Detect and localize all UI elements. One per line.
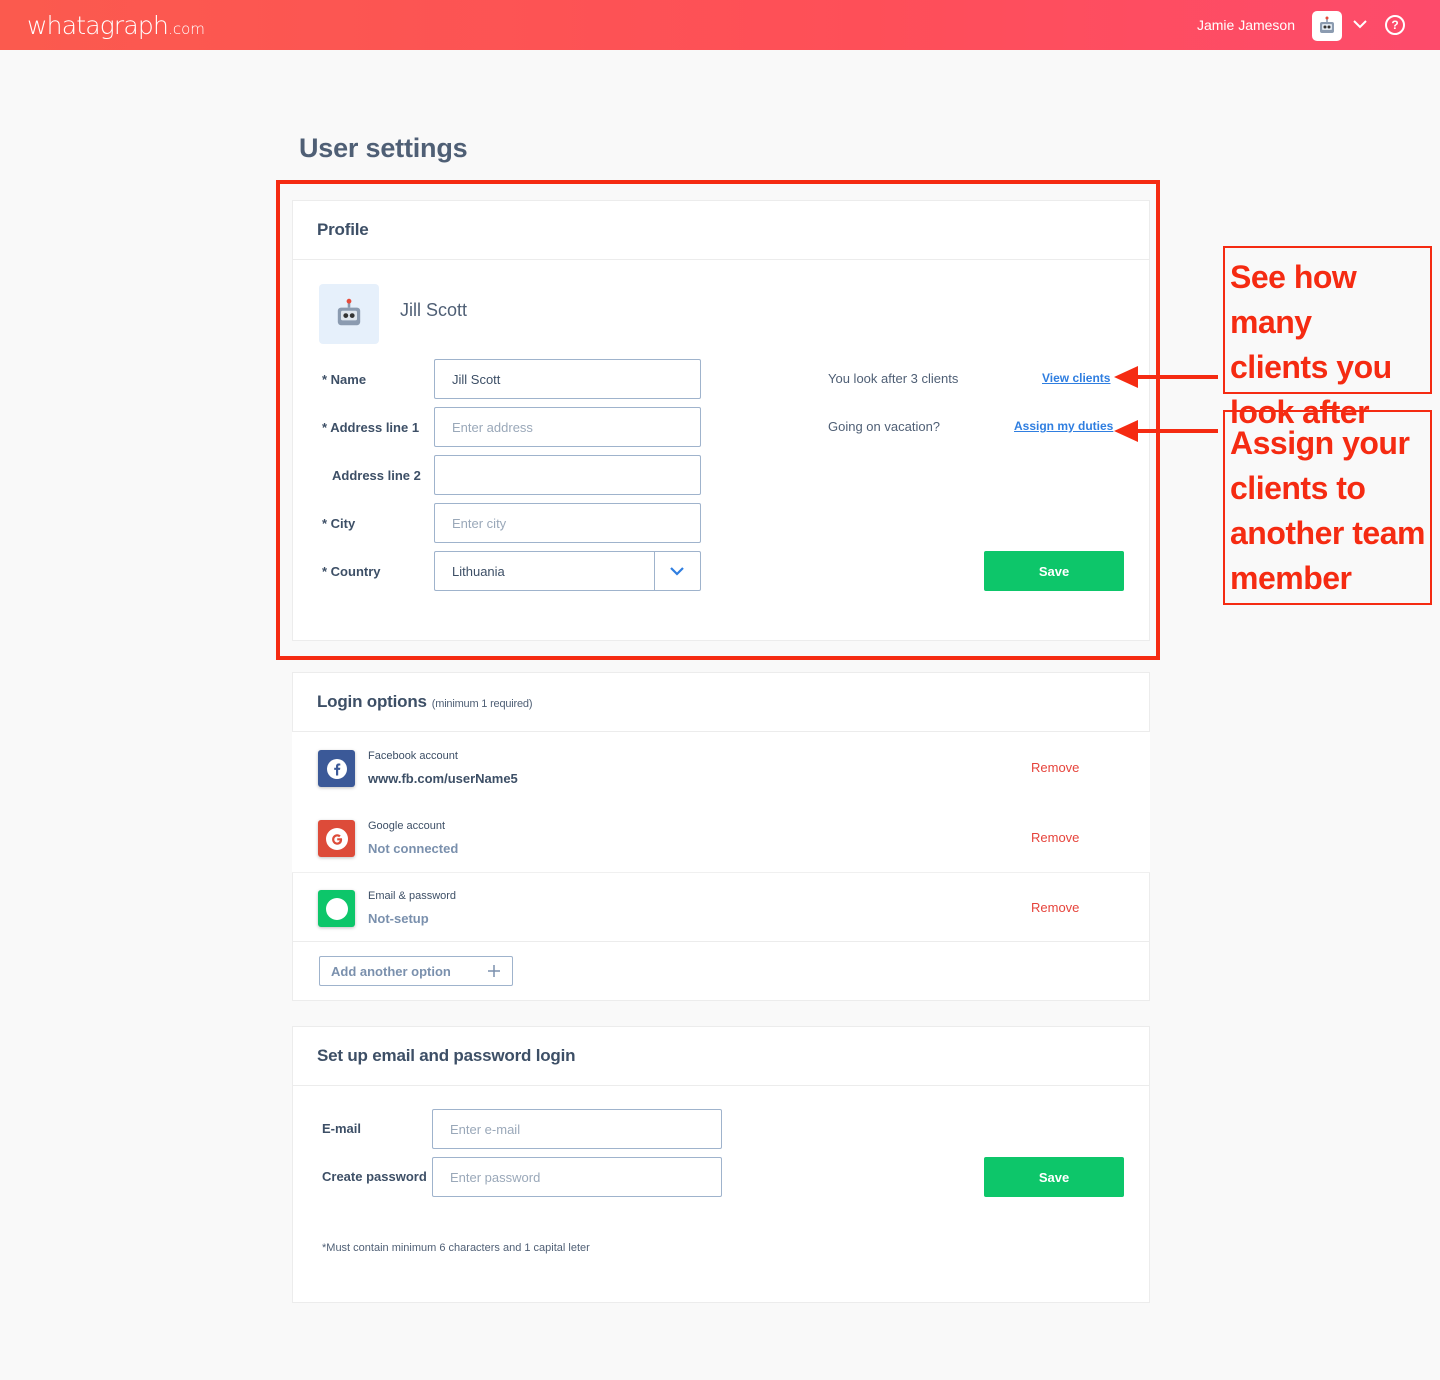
- annotation-line: clients you: [1230, 349, 1392, 385]
- remove-google-button[interactable]: Remove: [1031, 830, 1079, 845]
- login-title: Google account: [368, 820, 446, 832]
- login-title: Email & password: [368, 890, 457, 902]
- chevron-down-icon[interactable]: [1351, 15, 1369, 33]
- arrow-left-icon: [1114, 420, 1218, 442]
- remove-email-button[interactable]: Remove: [1031, 900, 1079, 915]
- add-option-button[interactable]: Add another option: [319, 956, 513, 986]
- login-options-header: Login options (minimum 1 required): [293, 673, 1149, 732]
- email-field[interactable]: Enter e-mail: [432, 1109, 722, 1149]
- password-requirements-note: *Must contain minimum 6 characters and 1…: [322, 1242, 590, 1254]
- login-title: Facebook account: [368, 750, 458, 762]
- password-label: Create password: [322, 1169, 427, 1184]
- annotation-line: another team: [1230, 515, 1425, 551]
- login-value: www.fb.com/userName5: [368, 771, 518, 786]
- google-icon: [318, 820, 355, 857]
- password-field[interactable]: Enter password: [432, 1157, 722, 1197]
- email-icon: [318, 890, 355, 927]
- user-name[interactable]: Jamie Jameson: [1197, 17, 1295, 33]
- login-row-google: Google account Not connected Remove: [292, 802, 1150, 872]
- robot-avatar-icon: [1320, 16, 1334, 33]
- login-row-email: Email & password Not-setup Remove: [292, 872, 1150, 942]
- top-bar: whatagraph.com Jamie Jameson ?: [0, 0, 1440, 50]
- logo-main: whatagraph: [27, 11, 169, 40]
- logo-suffix: .com: [168, 20, 205, 38]
- plus-icon: [488, 965, 500, 977]
- highlight-box: [276, 180, 1160, 660]
- user-avatar[interactable]: [1312, 11, 1342, 41]
- annotation-line: clients to: [1230, 470, 1366, 506]
- login-options-subtitle: (minimum 1 required): [431, 698, 533, 710]
- divider: [292, 941, 1150, 942]
- login-value: Not-setup: [368, 911, 429, 926]
- whatagraph-logo[interactable]: whatagraph.com: [27, 11, 205, 40]
- assign-annotation: Assign your clients to another team memb…: [1223, 410, 1432, 605]
- email-label: E-mail: [322, 1121, 362, 1136]
- facebook-icon: [318, 750, 355, 787]
- login-row-facebook: Facebook account www.fb.com/userName5 Re…: [292, 732, 1150, 802]
- annotation-line: Assign your: [1230, 425, 1410, 461]
- annotation-line: See how many: [1230, 259, 1357, 340]
- login-options-title: Login options: [317, 692, 427, 711]
- add-option-label: Add another option: [331, 963, 451, 979]
- email-login-save-button[interactable]: Save: [984, 1157, 1124, 1197]
- remove-facebook-button[interactable]: Remove: [1031, 760, 1079, 775]
- login-value: Not connected: [368, 841, 459, 856]
- help-icon[interactable]: ?: [1385, 15, 1405, 35]
- annotation-line: member: [1230, 560, 1352, 596]
- clients-annotation: See how many clients you look after: [1223, 246, 1432, 430]
- email-login-header: Set up email and password login: [293, 1027, 1149, 1086]
- page-title: User settings: [299, 133, 468, 163]
- arrow-left-icon: [1114, 366, 1218, 388]
